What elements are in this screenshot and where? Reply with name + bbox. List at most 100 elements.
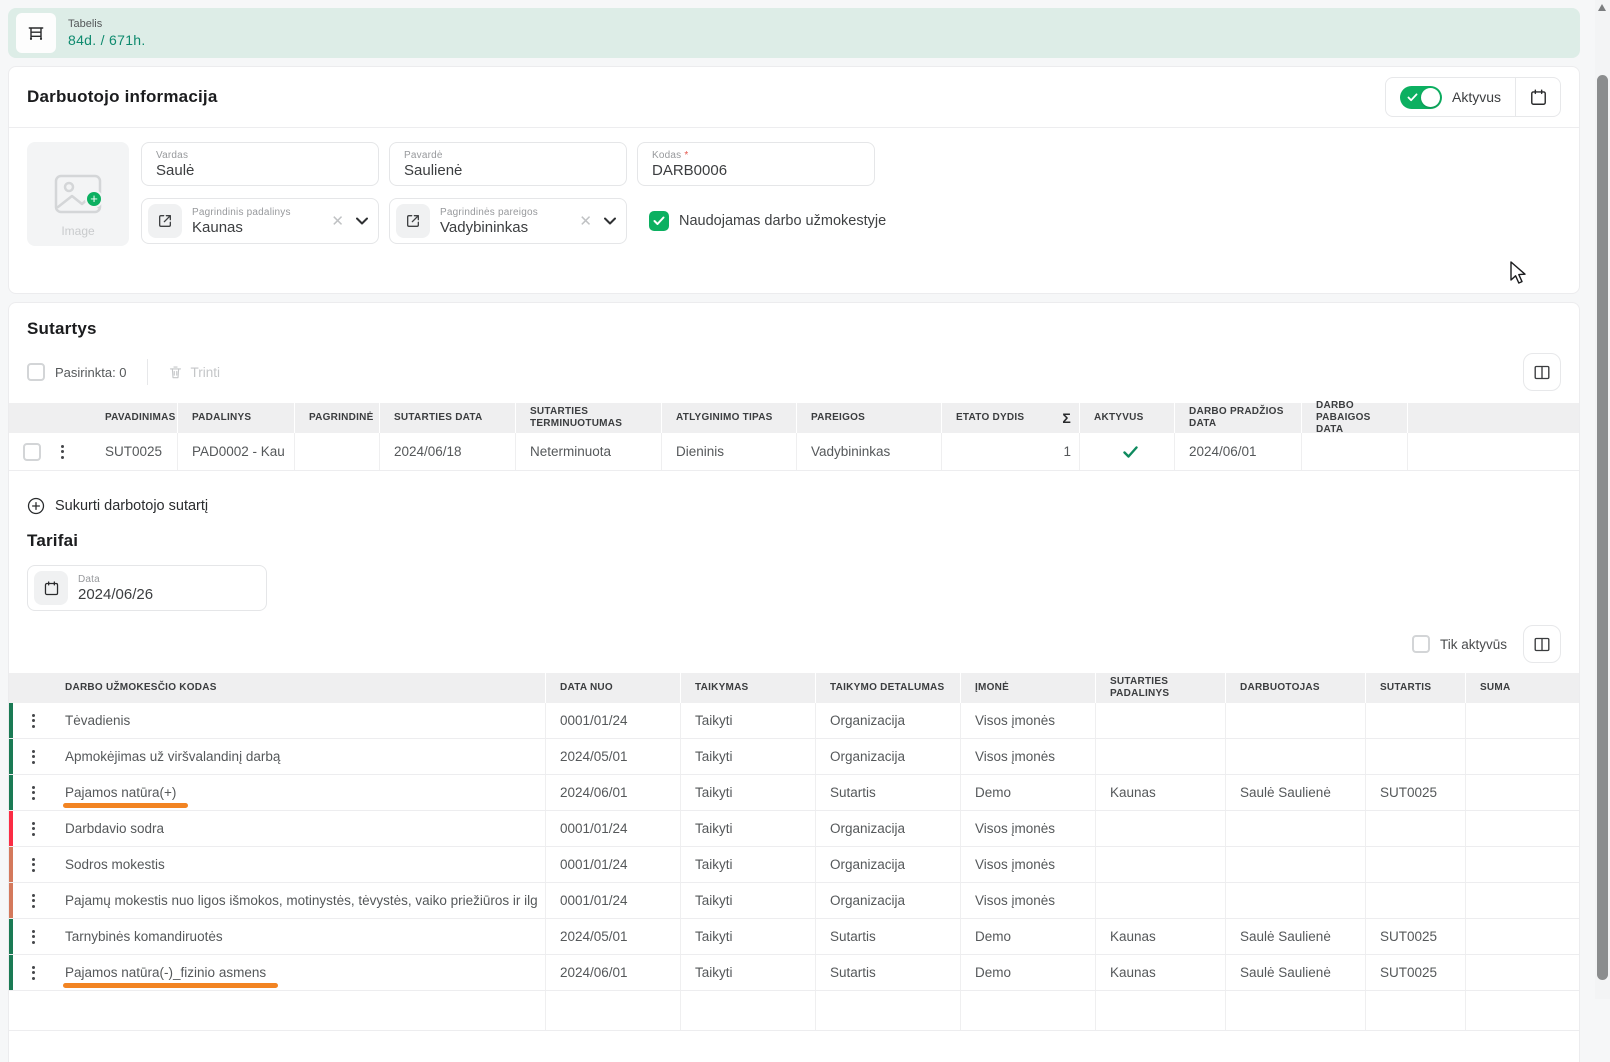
payroll-checkbox[interactable]: [649, 211, 669, 231]
cell-imone: Visos įmonės: [961, 703, 1096, 738]
kebab-menu-icon[interactable]: [28, 818, 39, 840]
tariffs-title: Tarifai: [9, 531, 1579, 551]
department-chevron-down-icon[interactable]: [356, 217, 368, 225]
tariff-date-field[interactable]: Data 2024/06/26: [27, 565, 267, 611]
contract-table-row[interactable]: SUT0025 PAD0002 - Kau 2024/06/18 Netermi…: [9, 433, 1579, 471]
kebab-menu-icon[interactable]: [57, 441, 68, 463]
cell-darbo-uzmokescio-kodas: Pajamos natūra(+): [51, 775, 546, 810]
header-cell[interactable]: DARBUOTOJAS: [1226, 673, 1366, 703]
kebab-menu-icon[interactable]: [28, 710, 39, 732]
delete-button[interactable]: Trinti: [168, 364, 221, 380]
header-cell: [1408, 403, 1579, 433]
tariff-table-row[interactable]: Tėvadienis 0001/01/24 Taikyti Organizaci…: [9, 703, 1579, 739]
tariff-table-row[interactable]: Pajamos natūra(+) 2024/06/01 Taikyti Sut…: [9, 775, 1579, 811]
header-cell[interactable]: DARBO UŽMOKESČIO KODAS: [51, 673, 546, 703]
first-name-field[interactable]: Vardas Saulė: [141, 142, 379, 186]
header-cell[interactable]: TAIKYMO DETALUMAS: [816, 673, 961, 703]
header-cell[interactable]: TAIKYMAS: [681, 673, 816, 703]
tariff-table-row[interactable]: Pajamos natūra(-)_fizinio asmens 2024/06…: [9, 955, 1579, 991]
cell-suma: [1466, 955, 1579, 990]
cell-darbo-uzmokescio-kodas: Pajamų mokestis nuo ligos išmokos, motin…: [51, 883, 546, 918]
table-icon: [26, 23, 46, 43]
department-value: Kaunas: [192, 219, 319, 236]
cell-darbuotojas: [1226, 811, 1366, 846]
date-picker-button[interactable]: [34, 571, 68, 605]
position-open-button[interactable]: [396, 204, 430, 238]
header-cell[interactable]: PADALINYS: [178, 403, 295, 433]
payroll-checkbox-row[interactable]: Naudojamas darbo užmokestyje: [649, 211, 886, 231]
calendar-icon: [1529, 88, 1548, 107]
header-cell[interactable]: AKTYVUS: [1080, 403, 1175, 433]
row-checkbox[interactable]: [23, 443, 41, 461]
code-label: Kodas: [652, 150, 681, 161]
header-cell[interactable]: DARBO PABAIGOS DATA: [1302, 403, 1408, 433]
header-cell[interactable]: PAREIGOS: [797, 403, 942, 433]
cell-imone: Visos įmonės: [961, 883, 1096, 918]
columns-settings-button[interactable]: [1523, 625, 1561, 663]
header-cell[interactable]: SUTARTIES DATA: [380, 403, 516, 433]
kebab-menu-icon[interactable]: [28, 854, 39, 876]
cell-pareigos: Vadybininkas: [797, 433, 942, 470]
cell-taikymas: Taikyti: [681, 883, 816, 918]
tariff-table-row[interactable]: Apmokėjimas už viršvalandinį darbą 2024/…: [9, 739, 1579, 775]
header-cell[interactable]: PAVADINIMAS: [91, 403, 178, 433]
header-cell[interactable]: SUTARTIS: [1366, 673, 1466, 703]
header-cell[interactable]: SUTARTIES TERMINUOTUMAS: [516, 403, 662, 433]
department-label: Pagrindinis padalinys: [192, 207, 319, 218]
kebab-menu-icon[interactable]: [28, 890, 39, 912]
last-name-field[interactable]: Pavardė Saulienė: [389, 142, 627, 186]
tariff-table-row[interactable]: Pajamų mokestis nuo ligos išmokos, motin…: [9, 883, 1579, 919]
header-cell[interactable]: ATLYGINIMO TIPAS: [662, 403, 797, 433]
department-select[interactable]: Pagrindinis padalinys Kaunas ✕: [141, 198, 379, 244]
header-cell[interactable]: PAGRINDINĖ: [295, 403, 380, 433]
columns-settings-button[interactable]: [1523, 353, 1561, 391]
sigma-icon[interactable]: Σ: [1062, 410, 1071, 427]
scrollbar[interactable]: [1595, 0, 1610, 999]
cell-sutartis: SUT0025: [1366, 919, 1466, 954]
calendar-button[interactable]: [1516, 77, 1560, 117]
code-field[interactable]: Kodas * DARB0006: [637, 142, 875, 186]
cell-pagrindine: [295, 433, 380, 470]
only-active-checkbox[interactable]: [1412, 635, 1430, 653]
position-select[interactable]: Pagrindinės pareigos Vadybininkas ✕: [389, 198, 627, 244]
cell-pavadinimas: SUT0025: [91, 433, 178, 470]
only-active-row[interactable]: Tik aktyvūs: [1412, 635, 1507, 653]
calendar-icon: [43, 580, 60, 597]
position-clear-icon[interactable]: ✕: [577, 212, 594, 230]
header-cell[interactable]: SUMA: [1466, 673, 1579, 703]
tariff-table-row[interactable]: Sodros mokestis 0001/01/24 Taikyti Organ…: [9, 847, 1579, 883]
create-contract-link[interactable]: Sukurti darbotojo sutartį: [27, 497, 208, 515]
header-cell[interactable]: DARBO PRADŽIOS DATA: [1175, 403, 1302, 433]
department-open-button[interactable]: [148, 204, 182, 238]
cell-data-nuo: 0001/01/24: [546, 847, 681, 882]
kebab-menu-icon[interactable]: [28, 962, 39, 984]
employee-info-card: Darbuotojo informacija Aktyvus: [8, 66, 1580, 294]
cell-darbo-uzmokescio-kodas: Sodros mokestis: [51, 847, 546, 882]
department-clear-icon[interactable]: ✕: [329, 212, 346, 230]
active-controls: Aktyvus: [1385, 77, 1561, 117]
cell-taikymas: Taikyti: [681, 847, 816, 882]
kebab-menu-icon[interactable]: [28, 926, 39, 948]
header-cell[interactable]: DATA NUO: [546, 673, 681, 703]
tariff-table-row[interactable]: Tarnybinės komandiruotės 2024/05/01 Taik…: [9, 919, 1579, 955]
scrollbar-thumb[interactable]: [1597, 75, 1608, 980]
cell-imone: Demo: [961, 919, 1096, 954]
kebab-menu-icon[interactable]: [28, 782, 39, 804]
header-cell[interactable]: ĮMONĖ: [961, 673, 1096, 703]
scroll-up-arrow-icon[interactable]: [1598, 4, 1606, 11]
cell-sutarties-padalinys: [1096, 739, 1226, 774]
tabelis-banner[interactable]: Tabelis 84d. / 671h.: [8, 8, 1580, 58]
add-image-badge[interactable]: +: [85, 190, 103, 208]
active-toggle[interactable]: [1400, 86, 1442, 109]
employee-image-placeholder[interactable]: + Image: [27, 142, 129, 246]
contracts-table-header: PAVADINIMAS PADALINYS PAGRINDINĖ SUTARTI…: [9, 403, 1579, 433]
cell-taikymas: Taikyti: [681, 703, 816, 738]
select-all-checkbox[interactable]: [27, 363, 45, 381]
header-cell-etato-dydis[interactable]: ETATO DYDIS Σ: [942, 403, 1080, 433]
position-chevron-down-icon[interactable]: [604, 217, 616, 225]
kebab-menu-icon[interactable]: [28, 746, 39, 768]
tariff-table-row[interactable]: [9, 991, 1579, 1031]
payroll-checkbox-label: Naudojamas darbo užmokestyje: [679, 213, 886, 229]
tariff-table-row[interactable]: Darbdavio sodra 0001/01/24 Taikyti Organ…: [9, 811, 1579, 847]
header-cell[interactable]: SUTARTIES PADALINYS: [1096, 673, 1226, 703]
